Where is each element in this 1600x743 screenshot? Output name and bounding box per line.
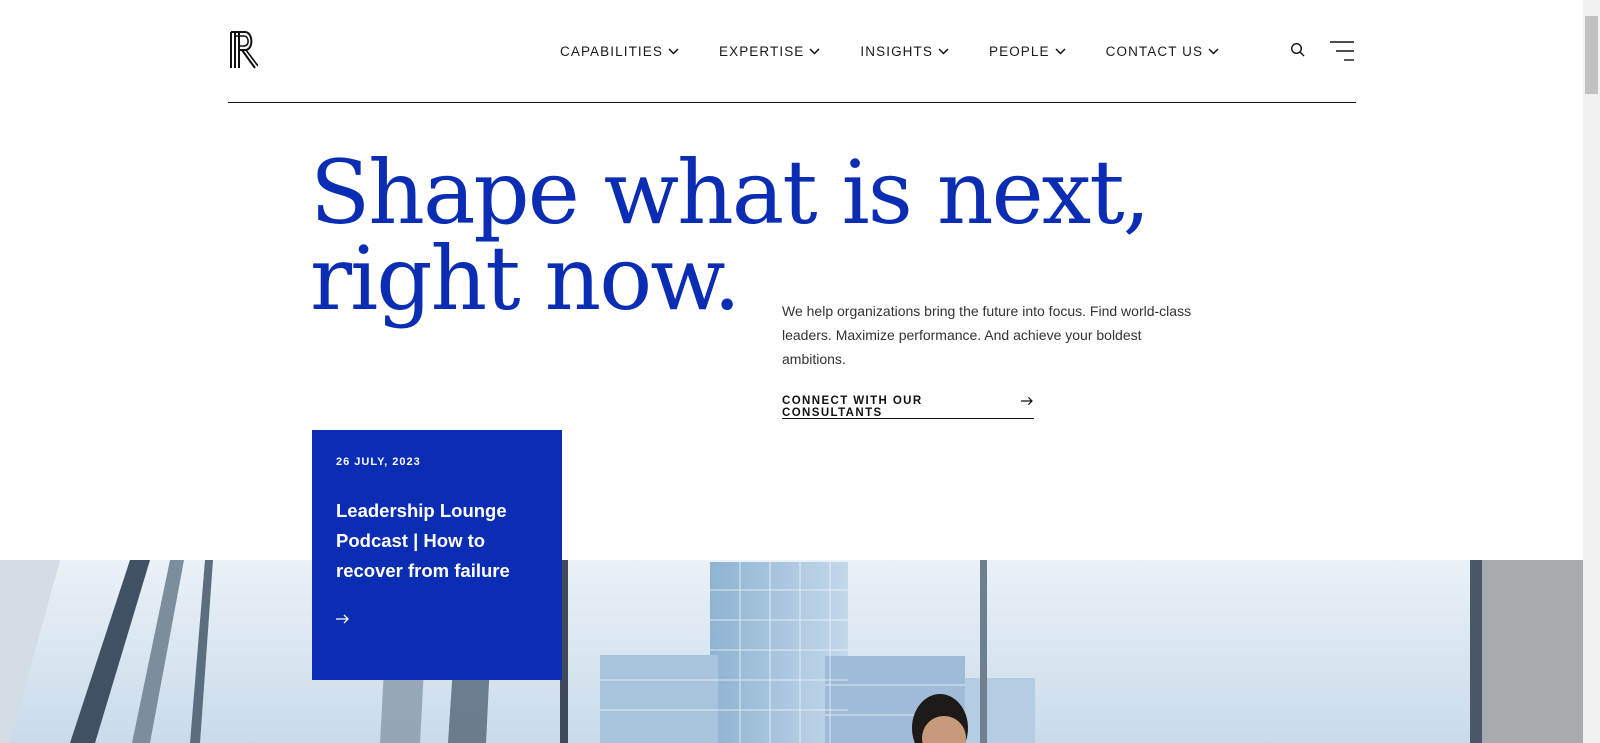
nav-label: PEOPLE <box>988 44 1050 59</box>
chevron-down-icon <box>1208 48 1219 55</box>
nav-capabilities[interactable]: CAPABILITIES <box>560 44 679 59</box>
main-nav: CAPABILITIES EXPERTISE INSIGHTS PEOPLE C… <box>560 44 1259 59</box>
nav-people[interactable]: PEOPLE <box>989 44 1066 59</box>
nav-label: INSIGHTS <box>860 44 933 59</box>
page-scrollbar[interactable] <box>1583 0 1600 743</box>
nav-expertise[interactable]: EXPERTISE <box>719 44 820 59</box>
cta-label: CONNECT WITH OUR CONSULTANTS <box>782 395 923 419</box>
nav-label: CONTACT US <box>1105 44 1204 59</box>
scrollbar-thumb[interactable] <box>1585 16 1598 94</box>
search-icon[interactable] <box>1290 42 1306 58</box>
arrow-right-icon[interactable] <box>336 614 350 624</box>
r-logo-icon[interactable] <box>228 30 258 70</box>
hero-headline: Shape what is next, right now. <box>310 149 1151 323</box>
chevron-down-icon <box>938 48 949 55</box>
featured-podcast-card[interactable]: 26 JULY, 2023 Leadership Lounge Podcast … <box>312 430 562 680</box>
chevron-down-icon <box>1055 48 1066 55</box>
nav-label: CAPABILITIES <box>560 44 663 59</box>
hero-intro: We help organizations bring the future i… <box>782 303 1192 367</box>
nav-label: EXPERTISE <box>718 44 805 59</box>
card-date: 26 JULY, 2023 <box>336 456 421 468</box>
card-title: Leadership Lounge Podcast | How to recov… <box>336 500 510 581</box>
chevron-down-icon <box>809 48 820 55</box>
nav-contact-us[interactable]: CONTACT US <box>1106 44 1220 59</box>
hero-office-image <box>0 560 1583 743</box>
hamburger-menu-icon[interactable] <box>1330 40 1354 62</box>
connect-consultants-link[interactable]: CONNECT WITH OUR CONSULTANTS <box>782 392 1034 419</box>
headline-line-2: right now. <box>310 227 741 330</box>
site-header: CAPABILITIES EXPERTISE INSIGHTS PEOPLE C… <box>228 0 1356 103</box>
arrow-right-icon <box>1021 396 1034 406</box>
nav-insights[interactable]: INSIGHTS <box>860 44 949 59</box>
page: CAPABILITIES EXPERTISE INSIGHTS PEOPLE C… <box>0 0 1583 743</box>
chevron-down-icon <box>668 48 679 55</box>
